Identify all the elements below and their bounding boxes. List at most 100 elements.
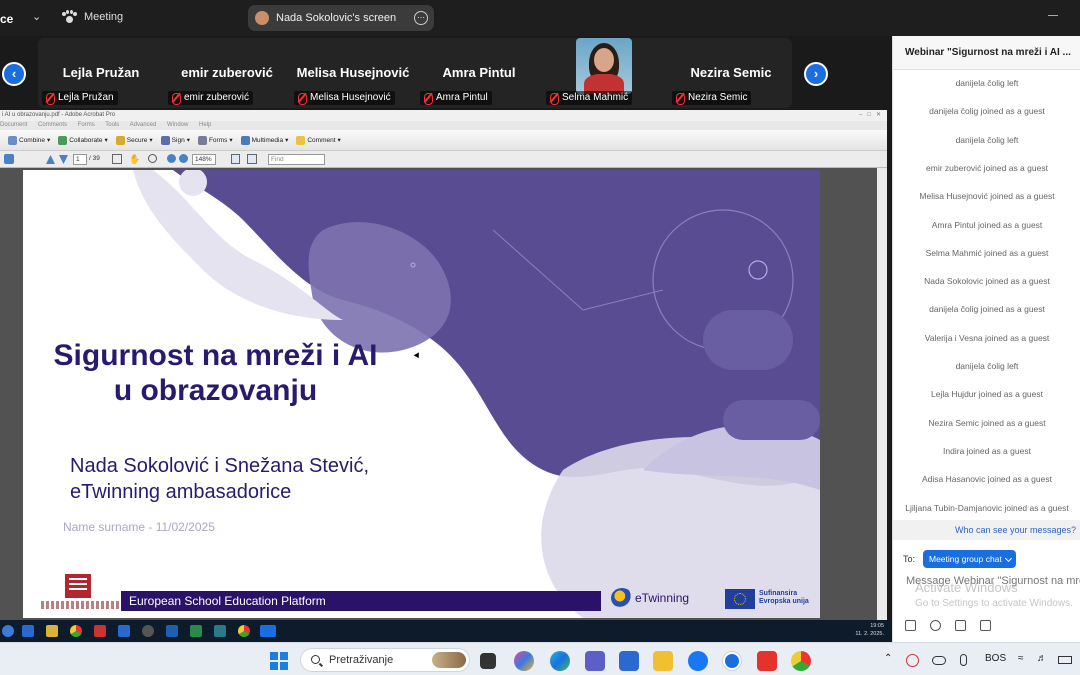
menu-item[interactable]: Forms [78, 122, 95, 128]
screenshot-icon[interactable] [980, 620, 991, 631]
chat-header: Webinar "Sigurnost na mreži i AI ... [893, 36, 1080, 70]
screen-share-indicator[interactable]: Nada Sokolovic's screen ⋯ [248, 5, 434, 31]
task-view-icon[interactable] [480, 653, 496, 669]
facebook-icon[interactable] [688, 651, 708, 671]
activation-watermark-title: Activate Windows [915, 580, 1018, 595]
file-explorer-icon[interactable] [653, 651, 673, 671]
sign-button[interactable]: Sign ▾ [160, 135, 190, 145]
meeting-info-button[interactable]: Meeting [62, 10, 123, 24]
participant-tile[interactable]: emir zuberović emir zuberović [164, 38, 290, 108]
chevron-up-icon[interactable]: ⌃ [884, 653, 892, 664]
acrobat-icon[interactable] [94, 625, 106, 637]
excel-icon[interactable] [190, 625, 202, 637]
window-controls[interactable]: – □ ✕ [859, 110, 881, 121]
language-indicator[interactable]: BOS [985, 653, 1006, 664]
taskbar-search[interactable]: Pretraživanje [300, 648, 470, 672]
chrome-icon[interactable] [238, 625, 250, 637]
emoji-icon[interactable] [930, 620, 941, 631]
print-icon[interactable] [4, 154, 14, 164]
remote-taskbar: 19:05 11. 2. 2025. [0, 620, 892, 642]
fit-width-icon[interactable] [247, 154, 257, 164]
folder-icon[interactable] [46, 625, 58, 637]
battery-icon[interactable] [1058, 656, 1072, 664]
next-page-button[interactable]: › [804, 62, 828, 86]
zoom-icon[interactable] [260, 625, 276, 637]
chevron-down-icon[interactable]: ⌄ [32, 10, 41, 23]
select-tool-icon[interactable] [112, 154, 122, 164]
chat-system-message: Melisa Husejnović joined as a guest [919, 191, 1055, 202]
zoom-in-icon[interactable] [179, 154, 188, 163]
participant-name-tag: Amra Pintul [420, 91, 492, 105]
shared-screen: i AI u obrazovanju.pdf - Adobe Acrobat P… [0, 110, 887, 620]
chat-system-message: Lejla Hujdur joined as a guest [931, 389, 1043, 400]
previous-page-button[interactable]: ‹ [2, 62, 26, 86]
chat-system-message: Amra Pintul joined as a guest [931, 219, 1043, 230]
chat-system-message: danijela čolig joined as a guest [929, 106, 1045, 117]
recipient-dropdown[interactable]: Meeting group chat [923, 550, 1016, 568]
combine-button[interactable]: Combine ▾ [8, 135, 50, 145]
participant-name-tag: Selma Mahmić [546, 91, 633, 105]
next-page-icon[interactable] [59, 155, 68, 164]
zoom-out-icon[interactable] [167, 154, 176, 163]
multimedia-button[interactable]: Multimedia ▾ [240, 135, 288, 145]
menu-item[interactable]: Help [199, 122, 211, 128]
menu-item[interactable]: Window [167, 122, 188, 128]
more-options-icon[interactable]: ⋯ [414, 11, 428, 25]
participant-tile[interactable]: Lejla Pružan Lejla Pružan [38, 38, 164, 108]
windows-start-icon[interactable] [270, 652, 288, 670]
vertical-scrollbar[interactable] [877, 168, 887, 620]
zoom-meeting-window: ce ⌄ Meeting Nada Sokolovic's screen ⋯ ‹… [0, 0, 1080, 675]
comment-button[interactable]: Comment ▾ [296, 135, 341, 145]
eu-logo: Sufinansira Evropska unija [725, 588, 820, 610]
find-input[interactable]: Find [268, 154, 325, 165]
app-icon[interactable] [214, 625, 226, 637]
paw-icon [62, 10, 77, 24]
app-icon[interactable] [142, 625, 154, 637]
teams-icon[interactable] [585, 651, 605, 671]
fit-page-icon[interactable] [231, 154, 240, 164]
previous-page-icon[interactable] [46, 155, 55, 164]
remote-time: 19:05 [870, 623, 884, 629]
participant-display-name: Lejla Pružan [62, 65, 140, 80]
wps-icon[interactable] [757, 651, 777, 671]
menu-item[interactable]: Tools [105, 122, 119, 128]
who-can-see-link[interactable]: Who can see your messages? [893, 520, 1080, 540]
format-icon[interactable] [905, 620, 916, 631]
menu-item[interactable]: Advanced [130, 122, 157, 128]
menu-item[interactable]: Document [0, 122, 27, 128]
store-icon[interactable] [619, 651, 639, 671]
wifi-icon[interactable]: ≈ [1018, 653, 1024, 664]
chrome-icon[interactable] [791, 651, 811, 671]
menu-item[interactable]: Comments [38, 122, 67, 128]
edge-icon[interactable] [550, 651, 570, 671]
word-icon[interactable] [166, 625, 178, 637]
forms-button[interactable]: Forms ▾ [197, 135, 233, 145]
app-icon[interactable] [2, 625, 14, 637]
microphone-icon[interactable] [960, 654, 967, 666]
zoom-tool-icon[interactable] [148, 154, 157, 163]
chrome-icon[interactable] [70, 625, 82, 637]
volume-icon[interactable]: ♬ [1037, 653, 1047, 664]
copilot-icon[interactable] [514, 651, 534, 671]
chat-system-message: danijela čolig left [955, 134, 1019, 145]
sigma-icon[interactable] [118, 625, 130, 637]
acrobat-menu-bar: Document Comments Forms Tools Advanced W… [0, 121, 887, 130]
collaborate-button[interactable]: Collaborate ▾ [58, 135, 108, 145]
participant-tile[interactable]: Selma Mahmić [542, 38, 668, 108]
zoom-level-input[interactable]: 148% [192, 154, 216, 165]
file-icon[interactable] [955, 620, 966, 631]
mail-icon[interactable] [22, 625, 34, 637]
minimize-button[interactable] [1048, 15, 1058, 16]
remote-clock: 19:05 11. 2. 2025. [855, 622, 884, 638]
participant-tile[interactable]: Melisa Husejnović Melisa Husejnović [290, 38, 416, 108]
secure-button[interactable]: Secure ▾ [115, 135, 153, 145]
participant-tile[interactable]: Amra Pintul Amra Pintul [416, 38, 542, 108]
sync-icon[interactable] [906, 654, 919, 667]
page-number-input[interactable]: 1 [73, 154, 87, 165]
chat-message-list[interactable]: danijela čolig left danijela čolig joined… [893, 70, 1080, 520]
to-label: To: [903, 554, 916, 564]
cloud-icon[interactable] [932, 656, 946, 665]
hand-tool-icon[interactable]: ✋ [129, 154, 140, 165]
participant-tile[interactable]: Nezira Semic Nezira Semic [668, 38, 794, 108]
zoom-taskbar-icon[interactable] [722, 651, 742, 671]
